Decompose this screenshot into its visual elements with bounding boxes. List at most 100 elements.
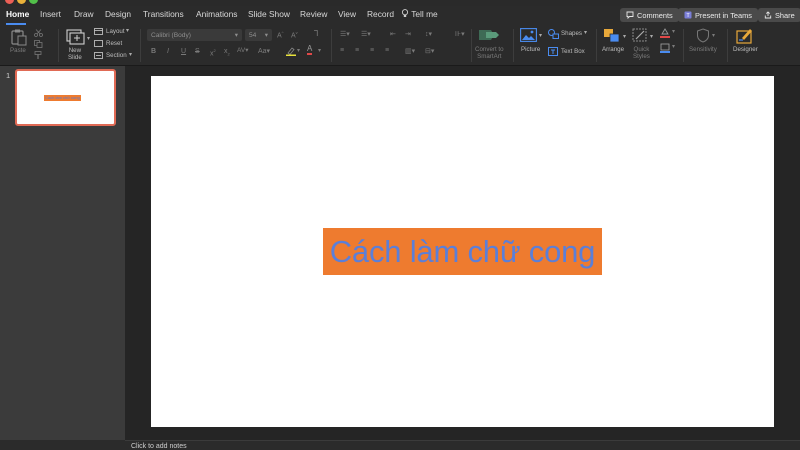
slide-thumbnail-pane: 1 Cách làm chữ cong (0, 66, 125, 440)
sensitivity-label: Sensitivity (689, 46, 717, 53)
paste-label: Paste (10, 47, 26, 54)
tell-me-label: Tell me (411, 9, 438, 19)
convert-smartart-label: Convert to SmartArt (475, 46, 504, 60)
character-spacing-icon[interactable]: AV▾ (237, 46, 248, 54)
thumbnail-title-text: Cách làm chữ cong (44, 95, 81, 101)
share-button[interactable]: Share (758, 8, 800, 22)
tab-review[interactable]: Review (300, 9, 327, 19)
cut-icon[interactable] (34, 29, 43, 37)
italic-icon[interactable]: I (167, 48, 169, 55)
subscript-icon[interactable]: x2 (224, 48, 230, 56)
share-label: Share (775, 10, 795, 20)
new-slide-icon[interactable] (66, 28, 88, 46)
font-color-icon[interactable]: A (307, 45, 313, 55)
quick-styles-dropdown-icon[interactable]: ▾ (650, 33, 653, 40)
tab-home[interactable]: Home (6, 9, 29, 19)
increase-indent-icon[interactable]: ⇥ (405, 30, 411, 38)
line-spacing-icon[interactable]: ↕▾ (425, 30, 432, 38)
tab-transitions[interactable]: Transitions (143, 9, 184, 19)
strikethrough-icon[interactable]: S (195, 48, 200, 55)
shapes-dropdown-icon[interactable]: ▾ (584, 29, 587, 36)
align-center-icon[interactable]: ≡ (355, 47, 359, 54)
tab-view[interactable]: View (338, 9, 356, 19)
notes-pane[interactable]: Click to add notes (125, 440, 800, 450)
new-slide-dropdown-icon[interactable]: ▾ (87, 35, 90, 42)
layout-button[interactable]: Layout (106, 28, 125, 35)
sensitivity-dropdown-icon[interactable]: ▾ (712, 32, 715, 39)
shapes-icon[interactable] (548, 29, 559, 39)
minimize-window-button[interactable] (17, 0, 26, 4)
bold-icon[interactable]: B (151, 48, 156, 55)
highlight-dropdown-icon[interactable]: ▾ (297, 47, 300, 54)
slide-editing-canvas: Cách làm chữ cong (125, 66, 800, 440)
shapes-button[interactable]: Shapes (561, 30, 582, 37)
shape-fill-icon[interactable] (660, 28, 670, 38)
section-button[interactable]: Section (106, 52, 127, 59)
tab-draw[interactable]: Draw (74, 9, 94, 19)
align-text-icon[interactable]: ⊟▾ (425, 47, 434, 55)
decrease-font-size-icon[interactable]: Av (291, 30, 298, 39)
shape-outline-dropdown-icon[interactable]: ▾ (672, 43, 675, 50)
close-window-button[interactable] (5, 0, 14, 4)
layout-dropdown-icon[interactable]: ▾ (126, 27, 129, 34)
font-size-combobox[interactable]: 54 ▾ (245, 29, 272, 41)
slide-title-textbox[interactable]: Cách làm chữ cong (323, 228, 602, 275)
underline-icon[interactable]: U (181, 48, 186, 55)
decrease-indent-icon[interactable]: ⇤ (390, 30, 396, 38)
font-color-dropdown-icon[interactable]: ▾ (318, 47, 321, 54)
superscript-icon[interactable]: x2 (210, 48, 216, 57)
tab-slide-show[interactable]: Slide Show (248, 9, 290, 19)
tab-insert[interactable]: Insert (40, 9, 61, 19)
chevron-down-icon: ▾ (234, 32, 238, 39)
present-in-teams-label: Present in Teams (695, 10, 752, 20)
tab-animations[interactable]: Animations (196, 9, 237, 19)
ribbon-separator (727, 29, 728, 62)
shape-fill-dropdown-icon[interactable]: ▾ (672, 28, 675, 35)
text-direction-icon[interactable]: ⊪▾ (455, 30, 465, 38)
comments-button[interactable]: Comments (620, 8, 679, 22)
maximize-window-button[interactable] (29, 0, 38, 4)
ribbon-separator (683, 29, 684, 62)
copy-icon[interactable] (34, 40, 44, 48)
paste-icon[interactable] (10, 29, 28, 46)
text-box-button[interactable]: Text Box (561, 48, 585, 55)
align-right-icon[interactable]: ≡ (370, 47, 374, 54)
justify-icon[interactable]: ≡ (385, 47, 389, 54)
current-slide[interactable]: Cách làm chữ cong (151, 76, 774, 427)
numbering-icon[interactable]: ☰▾ (361, 30, 371, 38)
align-left-icon[interactable]: ≡ (340, 47, 344, 54)
lightbulb-icon (401, 9, 409, 17)
picture-dropdown-icon[interactable]: ▾ (539, 32, 542, 39)
clear-formatting-icon[interactable]: Ꞁ (314, 29, 318, 38)
increase-font-size-icon[interactable]: A^ (277, 30, 284, 39)
sensitivity-icon[interactable] (696, 28, 710, 43)
section-dropdown-icon[interactable]: ▾ (129, 51, 132, 58)
arrange-dropdown-icon[interactable]: ▾ (623, 33, 626, 40)
quick-styles-label: Quick Styles (633, 46, 650, 60)
highlight-color-icon[interactable] (286, 46, 296, 56)
arrange-icon[interactable] (603, 28, 621, 44)
picture-icon[interactable] (520, 28, 537, 42)
smartart-icon[interactable] (478, 28, 500, 42)
reset-button[interactable]: Reset (106, 40, 122, 47)
share-icon (764, 11, 772, 19)
designer-icon[interactable] (736, 27, 754, 44)
shape-outline-icon[interactable] (660, 43, 670, 53)
text-box-icon[interactable] (548, 47, 558, 56)
quick-styles-icon[interactable] (632, 28, 648, 43)
notes-placeholder[interactable]: Click to add notes (131, 443, 187, 450)
tell-me-search[interactable]: Tell me (401, 9, 438, 19)
present-in-teams-button[interactable]: T Present in Teams (678, 8, 758, 22)
section-icon (94, 52, 103, 59)
slide-thumbnail-1[interactable]: Cách làm chữ cong (15, 69, 116, 126)
bullets-icon[interactable]: ☰▾ (340, 30, 350, 38)
columns-icon[interactable]: ▥▾ (405, 47, 415, 55)
font-name-combobox[interactable]: Calibri (Body) ▾ (147, 29, 242, 41)
change-case-icon[interactable]: Aa▾ (258, 47, 270, 55)
font-size-value: 54 (249, 31, 257, 39)
slide-title-text[interactable]: Cách làm chữ cong (330, 234, 596, 270)
format-painter-icon[interactable] (34, 51, 43, 60)
bottom-left-bar (0, 440, 125, 450)
tab-record[interactable]: Record (367, 9, 394, 19)
tab-design[interactable]: Design (105, 9, 131, 19)
